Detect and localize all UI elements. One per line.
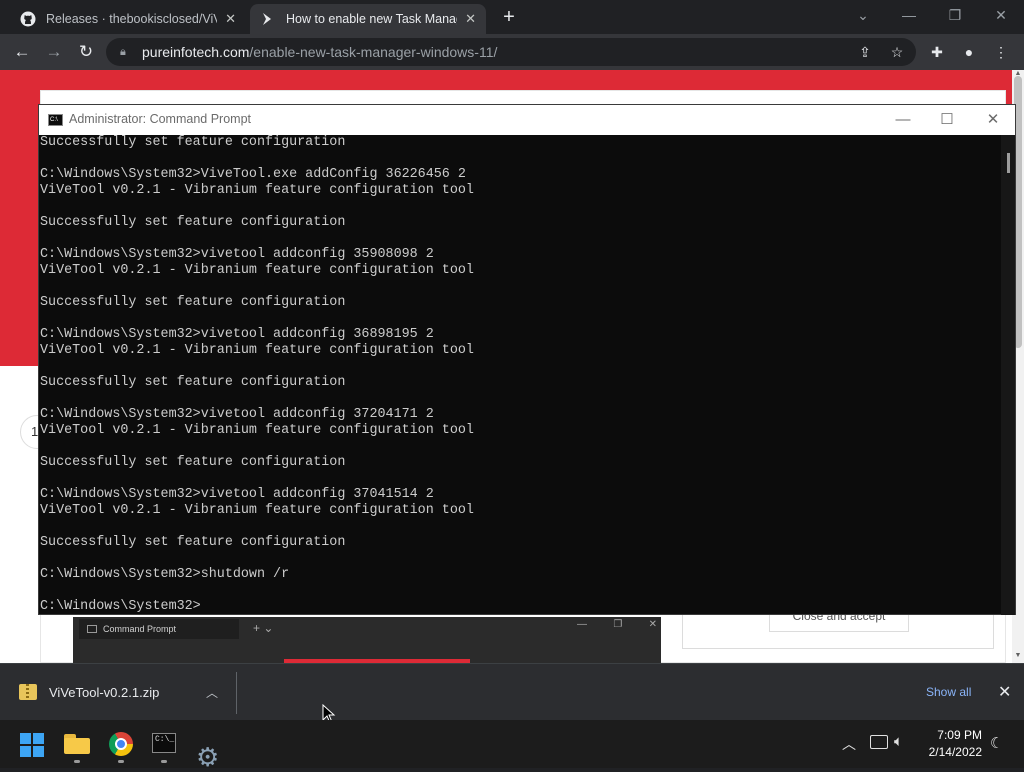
cmd-app-icon: C:\ [48, 114, 63, 126]
tab-search-icon[interactable]: ⌄ [840, 4, 886, 26]
network-icon[interactable] [870, 735, 888, 749]
console-line: C:\Windows\System32>vivetool addconfig 3… [40, 487, 434, 502]
tab-title: Releases · thebookisclosed/ViVe [46, 12, 218, 26]
shelf-divider [236, 672, 237, 714]
cmd-scrollbar[interactable] [1001, 135, 1015, 615]
tab-task-manager-article[interactable]: How to enable new Task Manager ✕ [250, 4, 486, 34]
console-line: ViVeTool v0.2.1 - Vibranium feature conf… [40, 343, 474, 358]
tab-releases[interactable]: Releases · thebookisclosed/ViVe ✕ [10, 4, 246, 34]
extensions-icon[interactable]: ✚ [926, 42, 948, 62]
profile-icon[interactable]: ● [958, 42, 980, 62]
restore-icon[interactable]: ❐ [932, 4, 978, 26]
embedded-tab-title: Command Prompt [103, 624, 177, 634]
new-tab-button[interactable]: + [496, 6, 522, 28]
address-bar[interactable]: 🔒︎ pureinfotech.com/enable-new-task-mana… [106, 38, 916, 66]
running-indicator [161, 760, 167, 763]
browser-toolbar: ← → ↻ 🔒︎ pureinfotech.com/enable-new-tas… [0, 34, 1024, 70]
share-icon[interactable]: ⇪ [854, 42, 876, 62]
console-line: ViVeTool v0.2.1 - Vibranium feature conf… [40, 503, 474, 518]
chevron-up-icon[interactable]: ︿ [206, 684, 218, 701]
chrome-icon[interactable] [109, 732, 133, 756]
tray-overflow-chevron-icon[interactable]: ︿ [842, 734, 856, 754]
console-line: Successfully set feature configuration [40, 535, 346, 550]
zip-file-icon [19, 684, 37, 700]
console-line: Successfully set feature configuration [40, 455, 346, 470]
lock-icon: 🔒︎ [120, 45, 126, 58]
console-line: ViVeTool v0.2.1 - Vibranium feature conf… [40, 263, 474, 278]
url-host: pureinfotech.com [142, 44, 250, 60]
back-icon[interactable]: ← [9, 40, 35, 64]
console-line: C:\Windows\System32>vivetool addconfig 3… [40, 247, 434, 262]
clock-time[interactable]: 7:09 PM [926, 728, 982, 742]
cmd-close-icon[interactable]: ✕ [971, 109, 1015, 131]
download-file-name[interactable]: ViVeTool-v0.2.1.zip [49, 685, 159, 700]
reload-icon[interactable]: ↻ [73, 40, 99, 64]
terminal-icon[interactable]: C:\_ [152, 733, 176, 753]
github-icon [20, 11, 36, 27]
tab-title: How to enable new Task Manager [286, 12, 458, 26]
scroll-down-icon[interactable]: ▼ [1012, 652, 1024, 662]
url-path: /enable-new-task-manager-windows-11/ [249, 44, 498, 60]
clock-date[interactable]: 2/14/2022 [920, 745, 982, 759]
volume-icon[interactable]: 🔈︎ [894, 733, 903, 750]
console-line: C:\Windows\System32>shutdown /r [40, 567, 290, 582]
console-line: C:\Windows\System32>vivetool addconfig 3… [40, 327, 434, 342]
minimize-icon[interactable]: — [886, 4, 932, 26]
forward-icon[interactable]: → [41, 40, 67, 64]
console-line: Successfully set feature configuration [40, 295, 346, 310]
focus-assist-icon[interactable]: ☾ [990, 734, 1003, 752]
console-line: Successfully set feature configuration [40, 375, 346, 390]
file-explorer-icon[interactable] [64, 732, 90, 754]
close-window-icon[interactable]: ✕ [978, 4, 1024, 26]
pureinfotech-icon [263, 13, 271, 25]
bookmark-star-icon[interactable]: ☆ [886, 42, 908, 62]
embedded-tab: Command Prompt [79, 619, 239, 639]
download-shelf: ViVeTool-v0.2.1.zip ︿ Show all ✕ [0, 663, 1024, 720]
embedded-cmd-icon [87, 625, 97, 633]
console-line: C:\Windows\System32>ViveTool.exe addConf… [40, 167, 466, 182]
console-line: Successfully set feature configuration [40, 215, 346, 230]
cmd-scrollbar-thumb[interactable] [1007, 153, 1010, 173]
console-output[interactable]: Successfully set feature configuration C:… [39, 135, 999, 615]
taskbar: C:\_ ⚙ ︿ 🔈︎ 7:09 PM 2/14/2022 ☾ [0, 720, 1024, 770]
close-tab-icon[interactable]: ✕ [465, 11, 476, 27]
cmd-minimize-icon[interactable]: — [881, 109, 925, 131]
running-indicator [74, 760, 80, 763]
embedded-plus-icon: + ⌄ [253, 621, 274, 635]
close-shelf-icon[interactable]: ✕ [998, 682, 1011, 702]
windows-start-icon[interactable] [20, 733, 44, 757]
console-line: ViVeTool v0.2.1 - Vibranium feature conf… [40, 423, 474, 438]
cmd-title-bar[interactable]: C:\ Administrator: Command Prompt — ☐ ✕ [39, 105, 1015, 135]
embedded-window-buttons: — ❐ ✕ [577, 619, 657, 630]
tab-strip: Releases · thebookisclosed/ViVe ✕ How to… [0, 0, 1024, 34]
settings-gear-icon[interactable]: ⚙ [196, 744, 219, 770]
show-all-link[interactable]: Show all [926, 685, 971, 699]
console-line: ViVeTool v0.2.1 - Vibranium feature conf… [40, 183, 474, 198]
cmd-maximize-icon[interactable]: ☐ [925, 109, 969, 131]
close-tab-icon[interactable]: ✕ [225, 11, 236, 27]
cmd-title: Administrator: Command Prompt [69, 112, 252, 126]
embedded-screenshot: Command Prompt + ⌄ — ❐ ✕ [73, 617, 661, 663]
console-line: Successfully set feature configuration [40, 135, 346, 150]
running-indicator [118, 760, 124, 763]
command-prompt-window[interactable]: C:\ Administrator: Command Prompt — ☐ ✕ … [38, 104, 1016, 615]
console-line: C:\Windows\System32>vivetool addconfig 3… [40, 407, 434, 422]
console-line: C:\Windows\System32> [40, 599, 201, 614]
menu-icon[interactable]: ⋮ [990, 42, 1012, 62]
